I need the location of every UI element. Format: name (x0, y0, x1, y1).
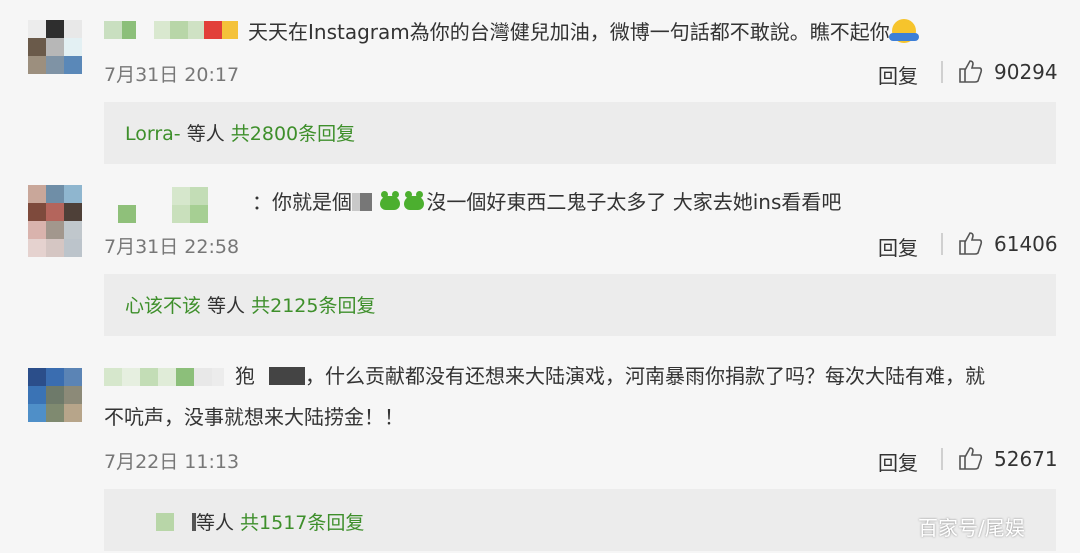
sub-reply-count[interactable]: 共1517条回复 (240, 512, 364, 534)
like-count: 52671 (994, 447, 1058, 471)
sub-reply-user[interactable]: Lorra- (125, 123, 181, 145)
divider (941, 233, 943, 255)
reply-button[interactable]: 回复 (878, 60, 918, 89)
like-count: 90294 (994, 60, 1058, 84)
watermark: 百家号/尾娱 (918, 516, 1025, 540)
comment-time: 7月31日 20:17 (104, 64, 240, 86)
sub-replies-bar[interactable]: 等人 共1517条回复 (104, 489, 1056, 551)
comment-text-part1: ：你就是個 (252, 190, 352, 214)
comment-text-content: 天天在Instagram為你的台灣健兒加油，微博一句話都不敢說。瞧不起你 (248, 20, 890, 44)
avatar[interactable] (28, 368, 82, 422)
hug-emoji-icon (888, 19, 919, 43)
comment-text-part1: 狍 (235, 364, 255, 388)
comment-time: 7月22日 11:13 (104, 451, 240, 473)
avatar[interactable] (28, 20, 82, 74)
redacted-username[interactable] (156, 513, 174, 531)
reply-button[interactable]: 回复 (878, 232, 918, 261)
avatar[interactable] (28, 185, 82, 257)
comment-text: ：你就是個 沒一個好東西二鬼子太多了 大家去她ins看看吧 (252, 183, 841, 221)
comment-time: 7月31日 22:58 (104, 236, 240, 258)
redacted-text (269, 367, 305, 385)
thumbs-up-icon[interactable] (958, 230, 984, 256)
comment-text-line2: 不吭声，没事就想来大陆捞金！！ (104, 405, 404, 429)
redacted-username[interactable] (174, 513, 192, 531)
reply-button[interactable]: 回复 (878, 447, 918, 476)
comment-text-part2: 沒一個好東西二鬼子太多了 大家去她ins看看吧 (426, 190, 842, 214)
sub-reply-mid: 等人 (201, 295, 252, 317)
redacted-text (255, 367, 269, 385)
frog-emoji-icon (380, 191, 401, 210)
sub-replies-line: Lorra- 等人 共2800条回复 (125, 119, 355, 146)
comment-text: 天天在Instagram為你的台灣健兒加油，微博一句話都不敢說。瞧不起你 (248, 13, 919, 51)
comment-text: 狍 ，什么贡献都没有还想来大陆演戏，河南暴雨你捐款了吗？每次大陆有难，就 (235, 357, 985, 395)
sub-replies-line: 心该不该 等人 共2125条回复 (125, 291, 375, 318)
username-redacted-row2 (118, 205, 208, 223)
divider (941, 61, 943, 83)
like-count: 61406 (994, 232, 1058, 256)
frog-emoji-icon (404, 191, 425, 210)
username-redacted[interactable] (104, 368, 224, 386)
sub-reply-count[interactable]: 共2125条回复 (251, 295, 375, 317)
sub-replies-bar[interactable]: Lorra- 等人 共2800条回复 (104, 102, 1056, 164)
sub-replies-bar[interactable]: 心该不该 等人 共2125条回复 (104, 274, 1056, 336)
sub-reply-mid: 等人 (180, 123, 231, 145)
sub-replies-line: 等人 共1517条回复 (156, 508, 364, 535)
redacted-text (360, 193, 372, 211)
thumbs-up-icon[interactable] (958, 445, 984, 471)
username-redacted[interactable] (104, 21, 238, 39)
sub-reply-user[interactable]: 心该不该 (125, 295, 201, 317)
thumbs-up-icon[interactable] (958, 58, 984, 84)
redacted-text (352, 193, 360, 211)
sub-reply-mid: 等人 (196, 512, 241, 534)
divider (941, 448, 943, 470)
username-redacted[interactable] (118, 187, 208, 205)
comment-text-part2: ，什么贡献都没有还想来大陆演戏，河南暴雨你捐款了吗？每次大陆有难，就 (305, 364, 985, 388)
sub-reply-count[interactable]: 共2800条回复 (231, 123, 355, 145)
